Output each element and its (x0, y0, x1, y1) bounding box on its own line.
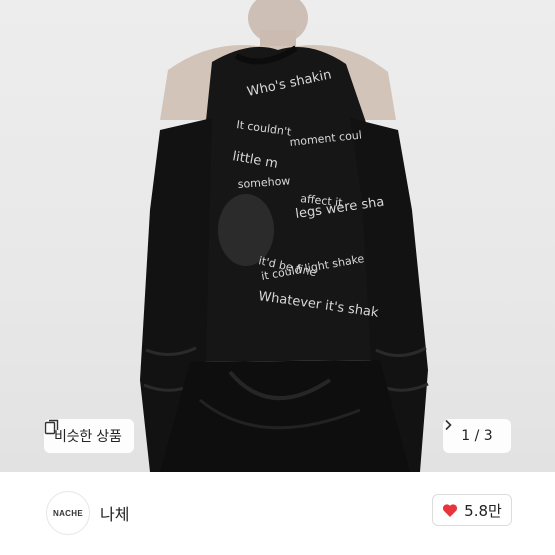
carousel-pager[interactable]: 1 / 3 (443, 419, 511, 453)
seller-name[interactable]: 나체 (100, 501, 129, 525)
like-button[interactable]: 5.8만 (432, 494, 512, 526)
print-text-line: Whatever it's shak (257, 289, 379, 321)
chevron-right-icon[interactable] (443, 419, 453, 431)
print-text-line: somehow (237, 174, 290, 191)
print-text-line: little m (231, 149, 279, 172)
pager-indicator: 1 / 3 (461, 428, 493, 444)
similar-items-icon (44, 419, 59, 435)
heart-icon (443, 503, 458, 517)
similar-items-label: 비슷한 상품 (54, 429, 122, 445)
seller-avatar[interactable]: NACHE (46, 491, 90, 535)
seller-logo-text: NACHE (53, 508, 83, 518)
print-text-line: moment coul (289, 128, 362, 149)
similar-items-button[interactable]: 비슷한 상품 (44, 419, 134, 453)
print-text-line: Who's shakin (246, 67, 333, 100)
like-count: 5.8만 (464, 501, 502, 520)
print-text-line: It couldn't (236, 118, 293, 139)
print-graphic: Who's shakin It couldn'tmoment coul little… (231, 67, 385, 321)
product-image[interactable]: Who's shakin It couldn't moment coul little… (0, 0, 555, 472)
